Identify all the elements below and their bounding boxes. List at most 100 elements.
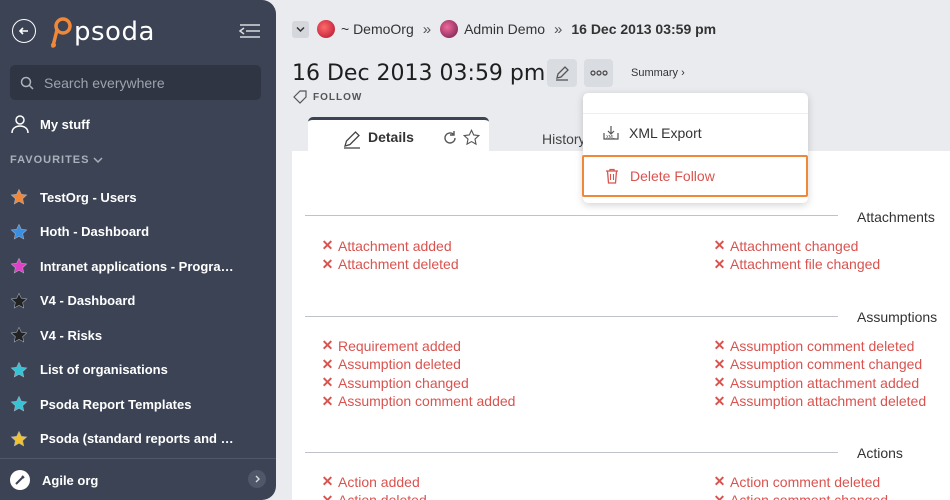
tab-history[interactable]: History bbox=[542, 131, 586, 147]
section-title-actions: Actions bbox=[857, 445, 903, 461]
favourite-item[interactable]: V4 - Risks bbox=[10, 318, 260, 353]
summary-link[interactable]: Summary › bbox=[631, 67, 685, 79]
section-divider bbox=[305, 316, 838, 317]
user-icon bbox=[11, 115, 29, 134]
chevron-down-icon bbox=[93, 157, 104, 164]
favourite-label: Psoda (standard reports and work... bbox=[40, 431, 240, 447]
event-label: Assumption deleted bbox=[338, 356, 461, 372]
breadcrumb-org[interactable]: ~ DemoOrg bbox=[341, 21, 414, 37]
event-label: Requirement added bbox=[338, 337, 461, 354]
star-icon bbox=[10, 361, 28, 378]
favourites-list: TestOrg - Users Hoth - Dashboard Intranet … bbox=[10, 180, 260, 456]
cross-icon: ✕ bbox=[713, 337, 726, 353]
star-icon bbox=[10, 292, 28, 309]
event-label: Attachment deleted bbox=[338, 256, 459, 272]
event-label: Assumption comment changed bbox=[730, 356, 923, 372]
breadcrumb-separator: » bbox=[422, 20, 432, 38]
event-label: Attachment file changed bbox=[730, 256, 881, 272]
favourite-label: V4 - Dashboard bbox=[40, 293, 136, 309]
page-title: 16 Dec 2013 03:59 pm bbox=[292, 61, 546, 86]
tag-icon bbox=[293, 90, 307, 104]
event-label: Assumption comment added bbox=[338, 393, 516, 409]
star-icon bbox=[10, 257, 28, 274]
org-switcher[interactable]: Agile org bbox=[10, 470, 266, 490]
cross-icon: ✕ bbox=[713, 473, 726, 489]
logo-mark-icon bbox=[51, 17, 72, 48]
menu-item-xml-export[interactable]: XML XML Export bbox=[583, 113, 808, 153]
org-name: Agile org bbox=[42, 472, 99, 488]
section-title-attachments: Attachments bbox=[857, 209, 935, 225]
favourite-item[interactable]: V4 - Dashboard bbox=[10, 284, 260, 319]
star-icon bbox=[10, 395, 28, 412]
cross-icon: ✕ bbox=[321, 473, 334, 489]
search-icon bbox=[20, 76, 34, 90]
xml-export-icon: XML bbox=[603, 125, 619, 141]
favourites-header[interactable]: FAVOURITES bbox=[10, 154, 104, 166]
more-options-button[interactable] bbox=[584, 59, 613, 87]
menu-item-xml-export-label: XML Export bbox=[629, 125, 702, 141]
section-divider bbox=[305, 215, 838, 216]
event-item[interactable]: ✕ Assumption attachment added bbox=[713, 374, 920, 391]
psoda-logo[interactable]: psoda bbox=[50, 14, 155, 50]
favourite-item[interactable]: Psoda (standard reports and work... bbox=[10, 422, 260, 457]
event-item[interactable]: ✕ Attachment changed bbox=[713, 237, 859, 254]
event-item[interactable]: ✕ Assumption attachment deleted bbox=[713, 393, 927, 410]
event-item[interactable]: ✕ Attachment file changed bbox=[713, 256, 881, 273]
favourite-item[interactable]: List of organisations bbox=[10, 353, 260, 388]
star-icon bbox=[10, 430, 28, 447]
back-icon[interactable] bbox=[12, 19, 36, 43]
svg-text:XML: XML bbox=[606, 135, 615, 140]
event-item[interactable]: ✕ Requirement added bbox=[321, 337, 461, 354]
event-item[interactable]: ✕ Attachment added bbox=[321, 237, 452, 254]
star-icon bbox=[10, 188, 28, 205]
pencil-icon bbox=[556, 66, 569, 81]
event-item[interactable]: ✕ Assumption comment changed bbox=[713, 355, 923, 373]
event-label: Assumption comment deleted bbox=[730, 337, 915, 354]
event-label: Assumption attachment added bbox=[730, 374, 920, 391]
cross-icon: ✕ bbox=[713, 355, 726, 372]
favourite-label: List of organisations bbox=[40, 362, 168, 378]
tab-details[interactable]: Details bbox=[308, 117, 489, 153]
event-item[interactable]: ✕ Assumption comment added bbox=[321, 392, 516, 410]
type-tag-label: FOLLOW bbox=[313, 91, 363, 103]
breadcrumb-dropdown[interactable] bbox=[292, 20, 309, 38]
favourite-label: V4 - Risks bbox=[40, 327, 103, 343]
tab-details-label: Details bbox=[368, 128, 414, 145]
cross-icon: ✕ bbox=[321, 392, 334, 409]
breadcrumb-user[interactable]: Admin Demo bbox=[464, 21, 545, 37]
cross-icon: ✕ bbox=[321, 374, 334, 390]
cross-icon: ✕ bbox=[713, 374, 726, 390]
star-icon[interactable] bbox=[463, 129, 480, 146]
user-avatar bbox=[440, 20, 459, 38]
chevron-right-icon[interactable] bbox=[248, 470, 266, 488]
event-item[interactable]: ✕ Action deleted bbox=[321, 492, 427, 500]
favourite-item[interactable]: Intranet applications - Programme... bbox=[10, 249, 260, 284]
event-item[interactable]: ✕ Action added bbox=[321, 473, 420, 490]
search-box bbox=[10, 65, 261, 100]
type-tag: FOLLOW bbox=[293, 90, 362, 104]
event-label: Assumption attachment deleted bbox=[730, 393, 927, 409]
org-avatar bbox=[317, 20, 335, 38]
event-item[interactable]: ✕ Action comment deleted bbox=[713, 473, 881, 490]
star-icon bbox=[10, 223, 28, 240]
favourite-item[interactable]: TestOrg - Users bbox=[10, 180, 260, 215]
cross-icon: ✕ bbox=[321, 255, 334, 272]
event-item[interactable]: ✕ Assumption deleted bbox=[321, 356, 461, 373]
event-item[interactable]: ✕ Attachment deleted bbox=[321, 256, 459, 273]
favourite-item[interactable]: Hoth - Dashboard bbox=[10, 215, 260, 250]
collapse-sidebar-icon[interactable] bbox=[238, 22, 262, 40]
ellipsis-icon bbox=[589, 70, 608, 76]
event-item[interactable]: ✕ Action comment changed bbox=[713, 492, 888, 500]
my-stuff-link[interactable]: My stuff bbox=[10, 114, 90, 134]
event-item[interactable]: ✕ Assumption changed bbox=[321, 374, 469, 391]
menu-item-delete-follow[interactable]: Delete Follow bbox=[582, 155, 808, 197]
event-label: Action added bbox=[338, 473, 420, 490]
cross-icon: ✕ bbox=[713, 491, 726, 500]
event-label: Action comment changed bbox=[730, 492, 888, 500]
edit-button[interactable] bbox=[547, 59, 577, 87]
favourite-item[interactable]: Psoda Report Templates bbox=[10, 387, 260, 422]
search-input[interactable] bbox=[44, 74, 244, 91]
event-item[interactable]: ✕ Assumption comment deleted bbox=[713, 337, 915, 354]
breadcrumb-separator: » bbox=[554, 20, 563, 38]
refresh-icon[interactable] bbox=[442, 130, 458, 146]
